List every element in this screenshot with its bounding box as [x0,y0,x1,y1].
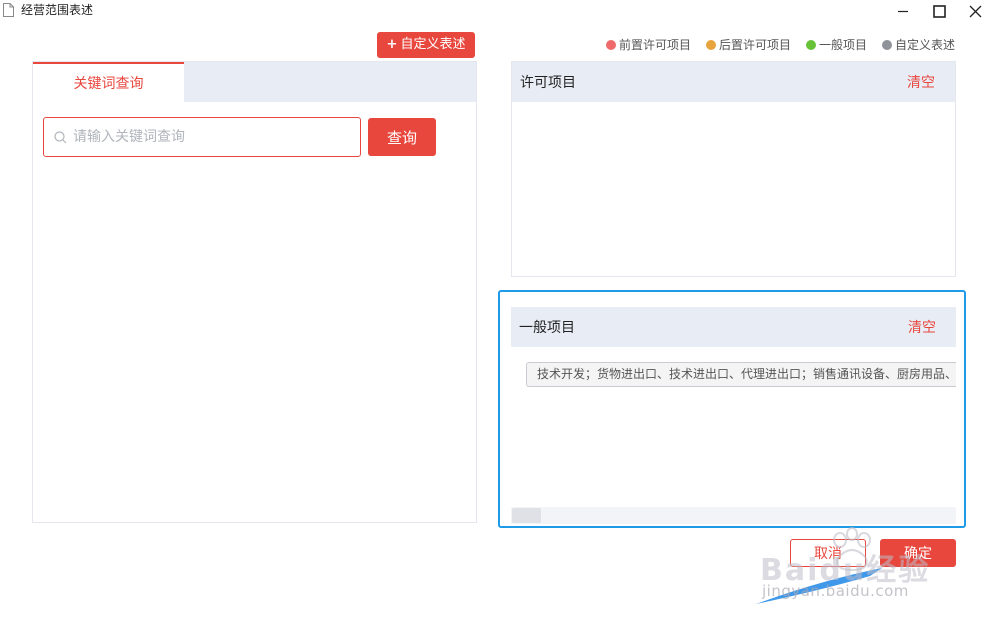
permit-items-title: 许可项目 [520,75,576,91]
query-button[interactable]: 查询 [368,118,436,156]
search-icon [54,130,67,143]
window-title: 经营范围表述 [21,3,94,17]
minimize-button[interactable] [886,0,920,22]
legend-item-post-permit: 后置许可项目 [706,36,791,53]
general-item-tag[interactable]: 技术开发；货物进出口、技术进出口、代理进出口；销售通讯设备、厨房用品、 [526,362,956,387]
legend-label: 一般项目 [819,38,868,52]
scrollbar-thumb[interactable] [512,508,541,523]
search-input[interactable] [73,129,360,145]
legend-label: 自定义表述 [895,38,956,52]
general-items-title: 一般项目 [519,320,575,336]
legend-item-pre-permit: 前置许可项目 [606,36,691,53]
keyword-search-panel: 关键词查询 查询 [32,61,477,523]
custom-description-label: 自定义表述 [400,37,466,52]
general-items-focus-frame: 一般项目 清空 技术开发；货物进出口、技术进出口、代理进出口；销售通讯设备、厨房… [498,290,966,528]
legend-item-custom: 自定义表述 [882,36,955,53]
legend-item-general: 一般项目 [806,36,867,53]
legend-dot [706,39,716,50]
general-items-section: 一般项目 清空 技术开发；货物进出口、技术进出口、代理进出口；销售通讯设备、厨房… [511,307,956,524]
minimize-icon [898,10,908,13]
maximize-icon [932,4,946,18]
watermark-url: jingyan.baidu.com [762,582,909,600]
title-bar: 经营范围表述 [0,0,993,22]
legend-dot [806,39,816,50]
general-items-header: 一般项目 清空 [511,307,956,347]
document-icon [3,3,14,17]
permit-items-header: 许可项目 清空 [512,62,955,102]
legend-label: 前置许可项目 [619,38,692,52]
legend-dot [606,39,616,50]
maximize-button[interactable] [922,0,956,22]
plus-icon: + [386,37,398,52]
legend-dot [882,39,892,50]
general-clear-button[interactable]: 清空 [908,317,936,337]
tab-keyword-search[interactable]: 关键词查询 [33,62,184,102]
close-button[interactable] [958,0,992,22]
search-field[interactable] [43,117,361,157]
close-icon [969,5,981,17]
custom-description-button[interactable]: + 自定义表述 [377,32,475,58]
legend-label: 后置许可项目 [719,38,792,52]
permit-clear-button[interactable]: 清空 [907,72,935,92]
permit-items-section: 许可项目 清空 [511,61,956,277]
